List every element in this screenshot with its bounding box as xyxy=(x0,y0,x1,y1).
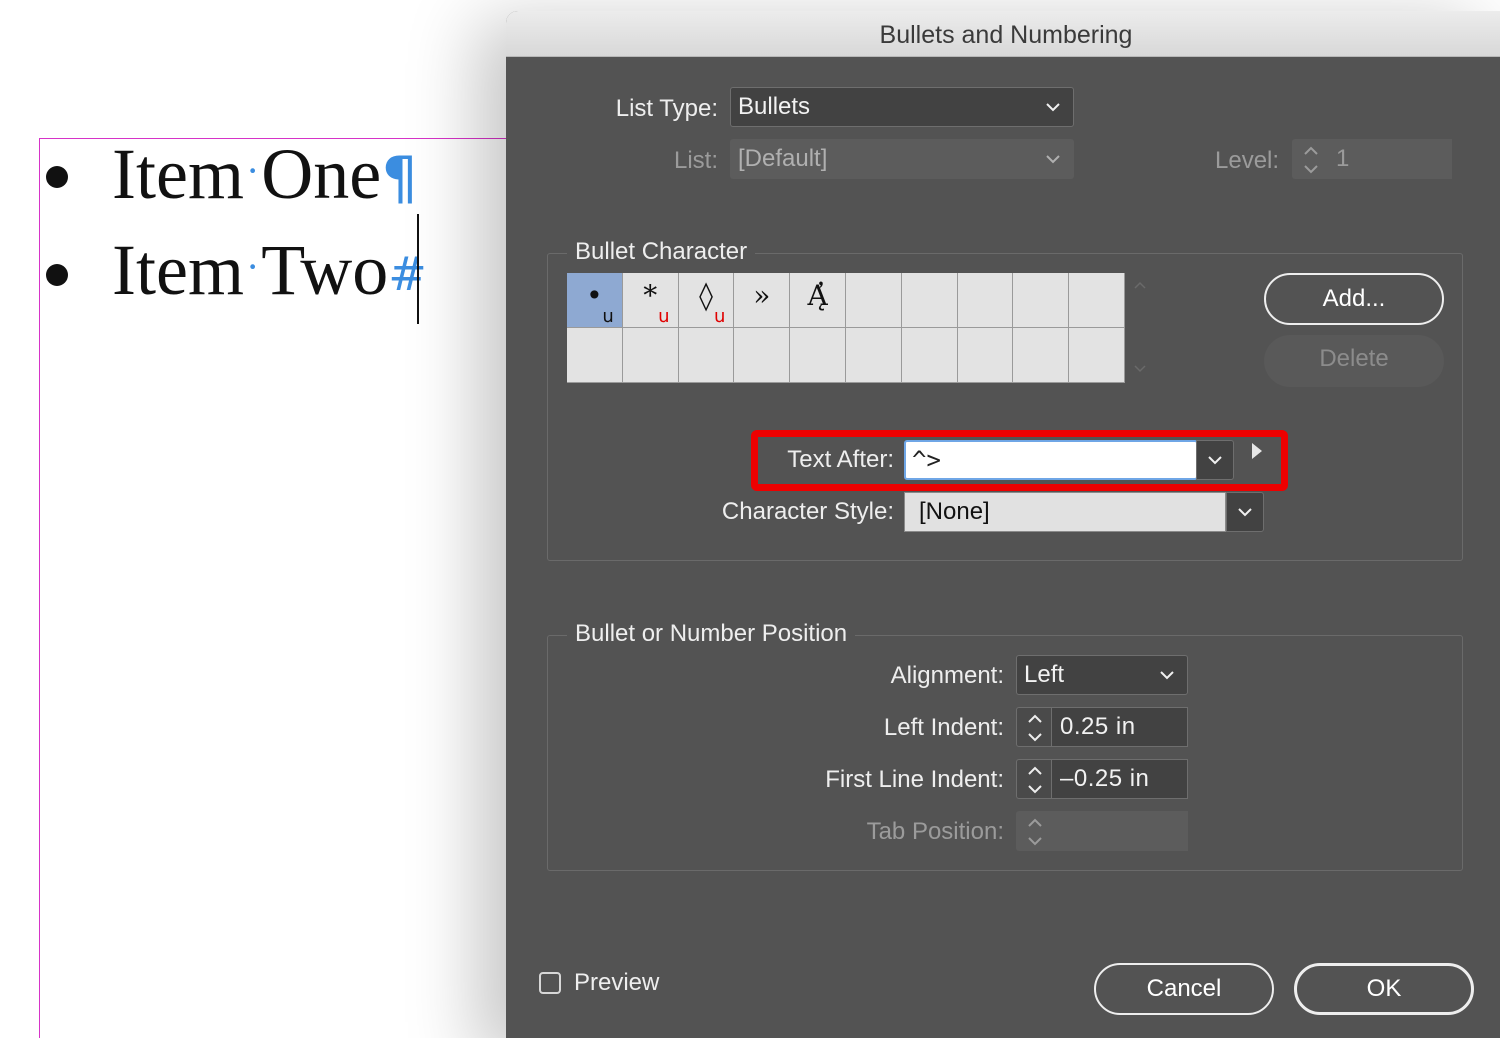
list-select[interactable]: [Default] xyxy=(730,139,1074,179)
tab-position-field[interactable] xyxy=(1052,811,1188,851)
grid-scroll-up-icon[interactable] xyxy=(1132,279,1148,291)
glyph-cell-empty[interactable] xyxy=(1013,273,1070,328)
stepper-arrows-icon xyxy=(1028,766,1042,794)
level-field[interactable]: 1 xyxy=(1328,139,1452,179)
glyph-cell-lozenge[interactable]: ◊ u xyxy=(678,273,735,328)
character-style-select[interactable]: [None] xyxy=(904,492,1226,532)
glyph-cell-empty[interactable] xyxy=(734,328,791,383)
alignment-select[interactable]: Left xyxy=(1016,655,1188,695)
preview-label[interactable]: Preview xyxy=(574,963,659,1003)
chevron-down-icon xyxy=(1046,103,1060,112)
first-line-indent-label: First Line Indent: xyxy=(825,766,1004,793)
preview-checkbox[interactable] xyxy=(539,972,561,994)
list-bullet-2 xyxy=(46,264,68,286)
glyph-cell-empty[interactable] xyxy=(790,328,846,383)
glyph-cell-empty[interactable] xyxy=(678,328,735,383)
dialog-title: Bullets and Numbering xyxy=(506,11,1500,57)
position-group xyxy=(547,635,1463,871)
glyph-cell-bullet[interactable]: • u xyxy=(567,273,623,328)
glyph-cell-empty[interactable] xyxy=(1013,328,1070,383)
font-flag: u xyxy=(658,306,670,327)
chevron-down-icon xyxy=(1238,508,1252,517)
space-marker: · xyxy=(245,244,260,289)
bullet-glyph-grid[interactable]: • u * u ◊ u » Ą̓ xyxy=(567,273,1125,383)
alignment-label: Alignment: xyxy=(890,662,1004,689)
chevron-down-icon xyxy=(1046,155,1060,164)
item-2-word-1: Item xyxy=(112,230,244,310)
glyph-cell-empty[interactable] xyxy=(1069,328,1125,383)
level-stepper[interactable] xyxy=(1292,139,1328,179)
glyph: Ą̓ xyxy=(807,279,828,312)
space-marker: · xyxy=(245,148,260,193)
text-cursor xyxy=(417,214,419,324)
chevron-down-icon xyxy=(1160,671,1174,680)
text-after-label: Text After: xyxy=(787,446,894,473)
list-value: [Default] xyxy=(738,145,828,172)
list-bullet-1 xyxy=(46,166,68,188)
level-label: Level: xyxy=(1215,147,1280,174)
chevron-down-icon xyxy=(1208,456,1222,465)
grid-scroll-down-icon[interactable] xyxy=(1132,363,1148,375)
tab-position-label: Tab Position: xyxy=(866,818,1004,845)
ok-button[interactable]: OK xyxy=(1294,963,1474,1015)
glyph-cell-empty[interactable] xyxy=(901,328,958,383)
glyph-cell-guillemet[interactable]: » xyxy=(734,273,791,328)
font-flag: u xyxy=(713,306,726,327)
list-item-1[interactable]: Item·One¶ xyxy=(112,138,418,210)
first-line-indent-stepper[interactable] xyxy=(1016,759,1052,799)
glyph-cell-empty[interactable] xyxy=(957,328,1014,383)
character-style-dropdown[interactable] xyxy=(1226,492,1264,532)
glyph-cell-empty[interactable] xyxy=(845,273,902,328)
left-indent-field[interactable]: 0.25 in xyxy=(1052,707,1188,747)
glyph-cell-empty[interactable] xyxy=(1069,273,1125,328)
stepper-arrows-icon xyxy=(1028,818,1042,846)
pilcrow-icon: ¶ xyxy=(381,144,419,212)
alignment-value: Left xyxy=(1024,661,1065,688)
text-after-dropdown[interactable] xyxy=(1196,440,1234,480)
first-line-indent-field[interactable]: –0.25 in xyxy=(1052,759,1188,799)
stepper-arrows-icon xyxy=(1304,146,1318,174)
font-flag: u xyxy=(602,306,614,327)
item-1-word-1: Item xyxy=(112,134,244,214)
list-type-label: List Type: xyxy=(615,95,718,122)
glyph-cell-empty[interactable] xyxy=(901,273,958,328)
end-of-story-icon: # xyxy=(388,247,427,301)
delete-button[interactable]: Delete xyxy=(1264,335,1444,387)
glyph-cell-accented-a[interactable]: Ą̓ xyxy=(790,273,846,328)
cancel-button[interactable]: Cancel xyxy=(1094,963,1274,1015)
list-type-select[interactable]: Bullets xyxy=(730,87,1074,127)
list-label: List: xyxy=(673,147,718,174)
stepper-arrows-icon xyxy=(1028,714,1042,742)
bullets-numbering-dialog: Bullets and Numbering List Type: Bullets… xyxy=(506,11,1500,1038)
position-title: Bullet or Number Position xyxy=(567,619,856,649)
tab-position-stepper[interactable] xyxy=(1016,811,1052,851)
special-character-flyout-icon[interactable] xyxy=(1252,443,1262,459)
item-1-word-2: One xyxy=(261,134,382,214)
character-style-label: Character Style: xyxy=(721,498,894,525)
item-2-word-2: Two xyxy=(261,230,389,310)
text-after-input[interactable]: ^> xyxy=(904,440,1198,480)
list-type-value: Bullets xyxy=(738,93,811,120)
bullet-character-title: Bullet Character xyxy=(567,237,756,267)
glyph-cell-empty[interactable] xyxy=(957,273,1014,328)
add-button[interactable]: Add... xyxy=(1264,273,1444,325)
left-indent-label: Left Indent: xyxy=(883,714,1004,741)
glyph-cell-empty[interactable] xyxy=(622,328,679,383)
glyph-cell-empty[interactable] xyxy=(567,328,623,383)
glyph-cell-empty[interactable] xyxy=(845,328,902,383)
list-item-2[interactable]: Item·Two# xyxy=(112,234,427,306)
left-indent-stepper[interactable] xyxy=(1016,707,1052,747)
glyph-cell-star[interactable]: * u xyxy=(622,273,679,328)
glyph: » xyxy=(753,279,771,312)
